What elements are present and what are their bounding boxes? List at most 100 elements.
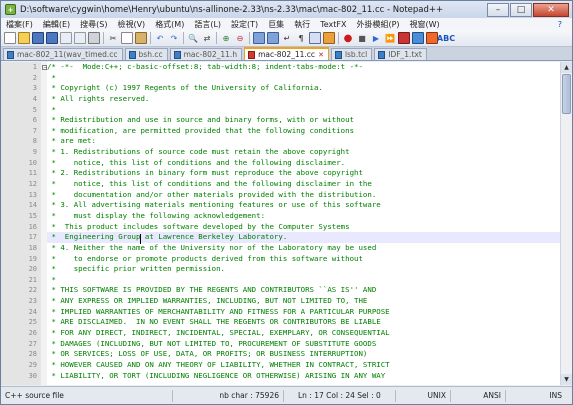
new-file-icon[interactable] [4,32,16,44]
sync-vertical-icon[interactable] [253,32,265,44]
play-multiple-icon[interactable]: ⏩ [384,32,396,44]
window-controls: – □ ✕ [486,2,569,17]
code-line[interactable]: * notice, this list of conditions and th… [47,158,572,169]
menu-item[interactable]: 檔案(F) [1,19,38,30]
tab-active-document[interactable]: mac-802_11.cc ✕ [244,47,329,60]
code-line[interactable]: * notice, this list of conditions and th… [47,179,572,190]
scroll-down-arrow-icon[interactable]: ▼ [561,374,572,385]
code-line[interactable]: * [47,105,572,116]
word-wrap-icon[interactable]: ↵ [281,32,293,44]
title-bar[interactable]: + D:\software\cygwin\home\Henry\ubuntu\n… [1,1,572,18]
close-button[interactable]: ✕ [533,2,569,17]
copy-icon[interactable] [121,32,133,44]
line-number-gutter: − 1 2 3 4 5 6 7 8 9 10 11 12 13 14 15 16 17 18 19 20 21 22 23 2… [1,62,47,385]
text-cursor [140,234,141,244]
code-line[interactable]: * [47,275,572,286]
editor-area[interactable]: − 1 2 3 4 5 6 7 8 9 10 11 12 13 14 15 16 17 18 19 20 21 22 23 2… [1,62,572,385]
tab-document[interactable]: lsb.tcl [330,48,373,60]
show-all-chars-icon[interactable]: ¶ [295,32,307,44]
code-line[interactable]: * 4. Neither the name of the University … [47,243,572,254]
spellcheck-icon[interactable]: ABC [437,32,455,44]
toolbar-separator [216,32,217,44]
code-line[interactable]: * 3. All advertising materials mentionin… [47,200,572,211]
replace-icon[interactable]: ⇄ [201,32,213,44]
line-number: 20 [28,265,37,274]
save-icon[interactable] [32,32,44,44]
code-line[interactable]: * specific prior written permission. [47,264,572,275]
code-line[interactable]: * THIS SOFTWARE IS PROVIDED BY THE REGEN… [47,285,572,296]
zoom-in-icon[interactable]: ⊕ [220,32,232,44]
record-macro-icon[interactable]: ● [342,32,354,44]
tab-document[interactable]: mac-802_11(wav_timed.cc [3,48,123,60]
menu-item[interactable]: 搜尋(S) [75,19,112,30]
code-line[interactable]: * Copyright (c) 1997 Regents of the Univ… [47,83,572,94]
code-line[interactable]: * are met: [47,136,572,147]
line-number: 2 [32,73,37,82]
code-line[interactable]: /* -*- Mode:C++; c-basic-offset:8; tab-w… [47,62,572,73]
tab-close-icon[interactable]: ✕ [318,51,324,59]
scroll-up-arrow-icon[interactable]: ▲ [561,62,572,73]
line-number: 22 [28,286,37,295]
scrollbar-thumb[interactable] [562,74,571,114]
code-line[interactable]: * documentation and/or other materials p… [47,190,572,201]
code-line[interactable]: * LIABILITY, OR TORT (INCLUDING NEGLIGEN… [47,371,572,382]
code-line[interactable]: * 2. Redistributions in binary form must… [47,168,572,179]
code-line[interactable]: * FOR ANY DIRECT, INDIRECT, INCIDENTAL, … [47,328,572,339]
code-line[interactable]: * modification, are permitted provided t… [47,126,572,137]
code-line[interactable]: * HOWEVER CAUSED AND ON ANY THEORY OF LI… [47,360,572,371]
code-line[interactable]: * must display the following acknowledge… [47,211,572,222]
code-line[interactable]: * OR SERVICES; LOSS OF USE, DATA, OR PRO… [47,349,572,360]
code-line[interactable]: * Engineering Group at Lawrence Berkeley… [47,232,572,243]
minimize-button[interactable]: – [487,2,509,17]
redo-icon[interactable]: ↷ [168,32,180,44]
indent-guide-icon[interactable] [309,32,321,44]
find-icon[interactable]: 🔍 [187,32,199,44]
undo-icon[interactable]: ↶ [154,32,166,44]
menu-item[interactable]: 執行 [289,19,315,30]
zoom-out-icon[interactable]: ⊖ [234,32,246,44]
window-title: D:\software\cygwin\home\Henry\ubuntu\ns-… [20,4,444,15]
code-line[interactable]: * ANY EXPRESS OR IMPLIED WARRANTIES, INC… [47,296,572,307]
user-lang-icon[interactable] [323,32,335,44]
toolbar-separator [150,32,151,44]
menu-help-question[interactable]: ? [558,20,572,29]
menu-item[interactable]: TextFX [315,20,351,29]
play-macro-icon[interactable]: ▶ [370,32,382,44]
code-line[interactable]: * Redistribution and use in source and b… [47,115,572,126]
code-line[interactable]: * IMPLIED WARRANTIES OF MERCHANTABILITY … [47,307,572,318]
save-all-icon[interactable] [46,32,58,44]
save-macro-icon[interactable] [398,32,410,44]
menu-item[interactable]: 設定(T) [226,19,263,30]
maximize-button[interactable]: □ [510,2,532,17]
status-char-count: nb char : 75926 [173,389,284,402]
code-line[interactable]: * 1. Redistributions of source code must… [47,147,572,158]
code-line[interactable]: * This product includes software develop… [47,222,572,233]
code-line[interactable]: * [47,73,572,84]
sync-horizontal-icon[interactable] [267,32,279,44]
tab-label: IDF_1.txt [388,50,422,59]
paste-icon[interactable] [135,32,147,44]
menu-item[interactable]: 檢視(V) [112,19,150,30]
print-icon[interactable] [88,32,100,44]
run-icon[interactable] [412,32,424,44]
menu-item[interactable]: 視窗(W) [405,19,445,30]
code-line[interactable]: * All rights reserved. [47,94,572,105]
menu-item[interactable]: 巨集 [263,19,289,30]
tab-document[interactable]: IDF_1.txt [374,48,427,60]
code-line[interactable]: * DAMAGES (INCLUDING, BUT NOT LIMITED TO… [47,339,572,350]
menu-item[interactable]: 格式(M) [150,19,189,30]
vertical-scrollbar[interactable]: ▲ ▼ [560,62,572,385]
menu-item[interactable]: 編輯(E) [38,19,75,30]
stop-macro-icon[interactable]: ■ [356,32,368,44]
menu-item[interactable]: 外掛模組(P) [351,19,404,30]
code-line[interactable]: * ARE DISCLAIMED. IN NO EVENT SHALL THE … [47,317,572,328]
open-file-icon[interactable] [18,32,30,44]
code-text[interactable]: /* -*- Mode:C++; c-basic-offset:8; tab-w… [47,62,572,385]
tab-document[interactable]: bsh.cc [124,48,168,60]
close-file-icon[interactable] [60,32,72,44]
tab-document[interactable]: mac-802_11.h [169,48,243,60]
menu-item[interactable]: 語言(L) [189,19,226,30]
code-line[interactable]: * to endorse or promote products derived… [47,254,572,265]
cut-icon[interactable]: ✂ [107,32,119,44]
close-all-icon[interactable] [74,32,86,44]
